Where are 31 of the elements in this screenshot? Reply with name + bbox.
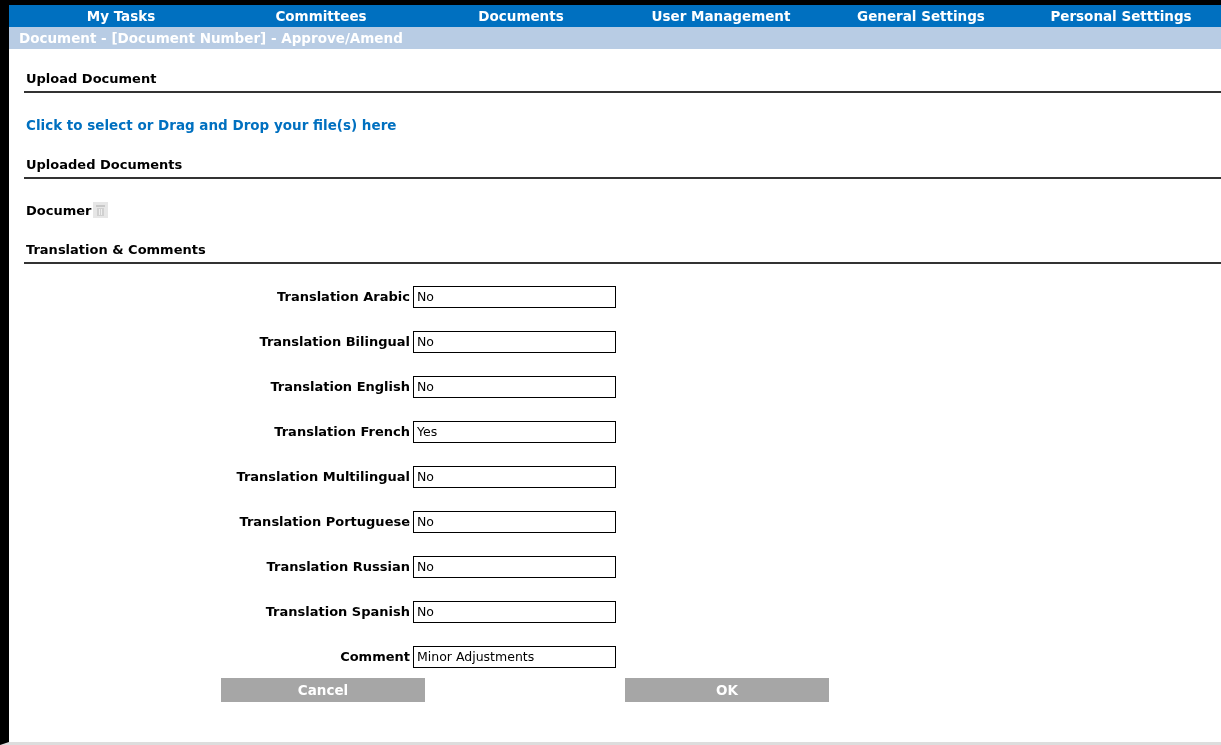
field-label: Comment: [339, 647, 411, 666]
upload-link[interactable]: Click to select or Drag and Drop your file(s) here: [26, 114, 397, 135]
nav-link[interactable]: Committees: [221, 5, 421, 27]
page-title: Document - [Document Number] - Approve/Amend: [19, 30, 403, 46]
text-field[interactable]: Yes: [413, 420, 616, 443]
nav-link[interactable]: General Settings: [821, 5, 1021, 27]
text-field[interactable]: No: [413, 375, 616, 398]
document-name[interactable]: Documer: [26, 200, 93, 220]
field-label: Translation Multilingual: [235, 467, 411, 486]
trash-icon[interactable]: [93, 202, 108, 219]
nav-link[interactable]: My Tasks: [21, 5, 221, 27]
text-field[interactable]: No: [413, 600, 616, 623]
text-field[interactable]: No: [413, 285, 616, 308]
field-label: Translation Bilingual: [258, 332, 411, 351]
text-field[interactable]: No: [413, 555, 616, 578]
text-field[interactable]: No: [413, 510, 616, 533]
field-label: Translation Russian: [265, 557, 411, 576]
section-heading: Uploaded Documents: [26, 157, 183, 172]
field-label: Translation Arabic: [276, 287, 411, 306]
text-field[interactable]: No: [413, 330, 616, 353]
nav-link[interactable]: Personal Setttings: [1021, 5, 1221, 27]
text-field[interactable]: Minor Adjustments: [413, 645, 616, 668]
section-heading: Translation & Comments: [26, 242, 206, 257]
nav-link[interactable]: Documents: [421, 5, 621, 27]
text-field[interactable]: No: [413, 465, 616, 488]
field-label: Translation English: [269, 377, 411, 396]
field-label: Translation Spanish: [264, 602, 411, 621]
section-heading: Upload Document: [26, 71, 157, 86]
field-label: Translation Portuguese: [238, 512, 411, 531]
nav-link[interactable]: User Management: [621, 5, 821, 27]
field-label: Translation French: [273, 422, 411, 441]
